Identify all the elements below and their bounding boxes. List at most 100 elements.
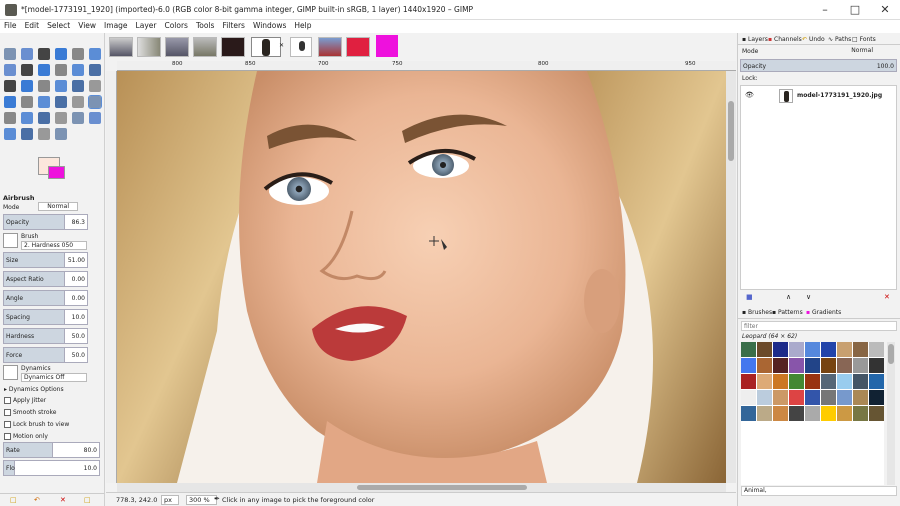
scale-tool-icon[interactable] [72,64,84,76]
tab-channels[interactable]: ▪ Channels [768,36,802,43]
eye-icon[interactable]: 👁 [745,91,754,99]
free-select-tool-icon[interactable] [38,48,50,60]
pattern-tags-field[interactable]: Animal, [741,486,897,496]
angle-slider[interactable]: 0.00 [65,290,88,306]
image-tab-5[interactable] [221,37,245,57]
clone-tool-icon[interactable] [38,112,50,124]
pattern-swatch[interactable] [853,390,868,405]
image-tab-3[interactable] [165,37,189,57]
measure-tool-icon[interactable] [4,128,16,140]
tab-undo[interactable]: ↶ Undo [802,36,825,43]
warp-tool-icon[interactable] [55,80,67,92]
brush-preview-icon[interactable] [3,233,18,248]
pattern-swatch[interactable] [773,358,788,373]
pattern-swatch[interactable] [837,390,852,405]
dodge-tool-icon[interactable] [89,112,101,124]
opacity-slider[interactable]: 86.3 [65,214,88,230]
ink-tool-icon[interactable] [4,112,16,124]
image-tab-active[interactable] [251,37,281,57]
motion-only-checkbox[interactable] [4,433,11,440]
mode-dropdown[interactable]: Normal [38,202,78,211]
save-options-icon[interactable]: □ [10,496,17,504]
perspective-tool-icon[interactable] [4,80,16,92]
dynamics-icon[interactable] [3,365,18,380]
pattern-swatch[interactable] [869,390,884,405]
pattern-swatch[interactable] [757,358,772,373]
dynamics-options-expander[interactable]: ▸ Dynamics Options [4,386,64,393]
horizontal-scroll-thumb[interactable] [357,485,527,490]
smudge-tool-icon[interactable] [72,112,84,124]
paths-tool-icon[interactable] [89,80,101,92]
menu-layer[interactable]: Layer [132,20,161,32]
pattern-swatch[interactable] [821,390,836,405]
lower-layer-icon[interactable]: ∨ [806,293,811,301]
pattern-swatch[interactable] [757,406,772,421]
flow-slider[interactable]: 10.0 [15,460,100,476]
size-slider[interactable]: 51.00 [65,252,88,268]
pattern-filter-input[interactable] [741,321,897,331]
foreground-select-tool-icon[interactable] [72,48,84,60]
pattern-swatch[interactable] [789,374,804,389]
pencil-tool-icon[interactable] [38,96,50,108]
pattern-swatch[interactable] [821,374,836,389]
pattern-swatch[interactable] [853,374,868,389]
spacing-slider[interactable]: 10.0 [65,309,88,325]
pattern-swatch[interactable] [837,406,852,421]
pattern-swatch[interactable] [837,374,852,389]
pattern-swatch[interactable] [773,390,788,405]
pattern-swatch[interactable] [805,390,820,405]
pattern-swatch[interactable] [757,390,772,405]
close-tab-icon[interactable]: ✕ [279,42,284,49]
unit-dropdown[interactable]: px [161,495,179,505]
airbrush-tool-icon[interactable] [88,95,102,109]
reset-options-icon[interactable]: □ [84,496,91,504]
tab-brushes[interactable]: ▪ Brushes [742,309,772,316]
menu-filters[interactable]: Filters [218,20,248,32]
lock-brush-checkbox[interactable] [4,421,11,428]
image-tab-2[interactable] [137,37,161,57]
crop-tool-icon[interactable] [38,64,50,76]
pattern-swatch[interactable] [853,342,868,357]
new-layer-icon[interactable]: ■ [746,293,753,301]
image-tab-9[interactable] [346,37,370,57]
brush-name-field[interactable]: 2. Hardness 050 [21,241,87,250]
tab-fonts[interactable]: □ Fonts [852,36,876,43]
vertical-scrollbar[interactable] [726,71,736,483]
zoom-dropdown[interactable]: 300 % [186,495,217,505]
mypaint-tool-icon[interactable] [21,112,33,124]
align-tool-icon[interactable] [21,64,33,76]
pattern-swatch[interactable] [869,342,884,357]
zoom-tool-icon[interactable] [21,128,33,140]
heal-tool-icon[interactable] [55,112,67,124]
pattern-swatch[interactable] [741,358,756,373]
force-slider[interactable]: 50.0 [65,347,88,363]
pattern-swatch[interactable] [837,342,852,357]
image-canvas[interactable] [117,71,726,483]
image-tab-7[interactable] [290,37,312,57]
flip-tool-icon[interactable] [21,80,33,92]
tab-paths[interactable]: ∿ Paths [828,36,851,43]
pattern-swatch[interactable] [741,374,756,389]
minimize-button[interactable]: – [810,0,840,20]
pattern-swatch[interactable] [741,342,756,357]
pattern-swatch[interactable] [741,390,756,405]
pattern-swatch[interactable] [837,358,852,373]
tab-layers[interactable]: ▪ Layers [742,36,768,43]
tab-patterns[interactable]: ▪ Patterns [772,309,803,316]
dynamics-field[interactable]: Dynamics Off [21,373,87,382]
ellipse-select-tool-icon[interactable] [21,48,33,60]
raise-layer-icon[interactable]: ∧ [786,293,791,301]
pattern-swatch[interactable] [789,358,804,373]
gradient-tool-icon[interactable] [21,96,33,108]
pattern-swatch[interactable] [869,374,884,389]
shear-tool-icon[interactable] [89,64,101,76]
apply-jitter-checkbox[interactable] [4,397,11,404]
move-tool-icon[interactable] [4,64,16,76]
cage-tool-icon[interactable] [38,80,50,92]
close-button[interactable]: ✕ [870,0,900,20]
image-tab-1[interactable] [109,37,133,57]
eraser-tool-icon[interactable] [72,96,84,108]
image-tab-8[interactable] [318,37,342,57]
delete-options-icon[interactable]: ✕ [60,496,66,504]
delete-layer-icon[interactable]: ✕ [884,293,890,301]
